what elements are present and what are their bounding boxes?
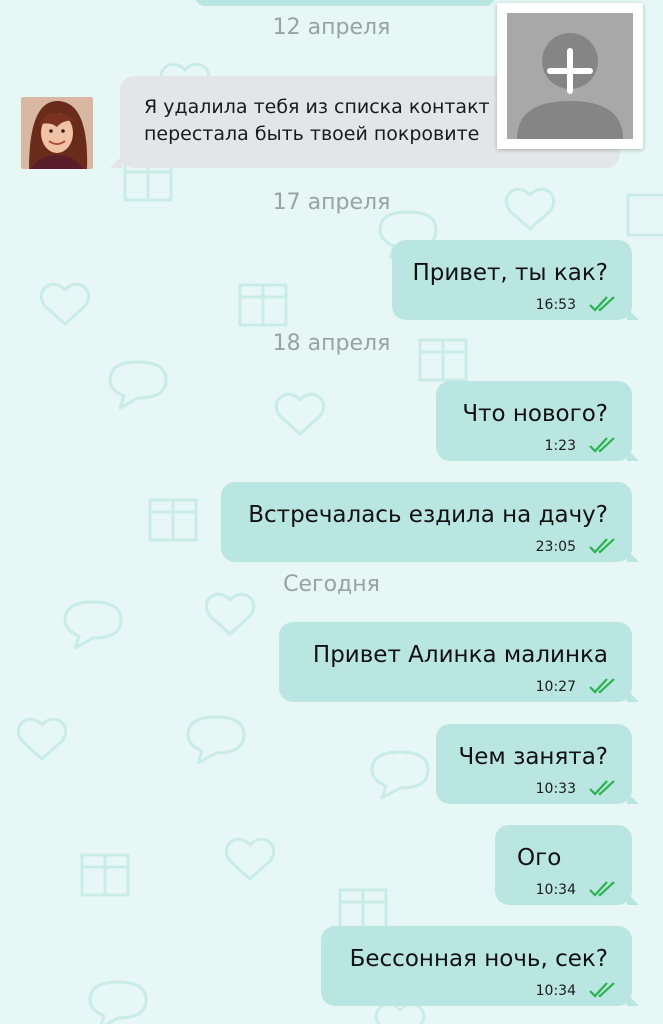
double-check-icon [589, 296, 615, 312]
double-check-icon [589, 678, 615, 694]
message-time: 16:53 [535, 297, 576, 313]
message-text: Бессонная ночь, сек? [349, 946, 608, 972]
incoming-message-line-1: Я удалила тебя из списка контакт [144, 96, 490, 118]
avatar-photo [21, 97, 93, 169]
message-time: 10:27 [535, 679, 576, 695]
outgoing-message-bubble[interactable]: Привет Алинка малинка 10:27 [279, 622, 632, 702]
message-text: Чем занята? [458, 744, 608, 770]
message-time: 10:33 [535, 781, 576, 797]
outgoing-message-bubble[interactable]: Бессонная ночь, сек? 10:34 [321, 926, 632, 1006]
outgoing-bubble-tail [627, 690, 639, 702]
outgoing-bubble-tail [627, 449, 639, 461]
outgoing-message-bubble[interactable]: Ого 10:34 [495, 825, 632, 905]
outgoing-bubble-tail [627, 792, 639, 804]
message-text: Привет, ты как? [412, 260, 608, 286]
date-separator: 18 апреля [272, 331, 391, 356]
message-text: Что нового? [462, 401, 608, 427]
outgoing-message-bubble[interactable]: Встречалась ездила на дачу? 23:05 [221, 482, 632, 562]
date-separator: 17 апреля [272, 190, 391, 215]
contact-avatar[interactable] [21, 97, 93, 169]
outgoing-bubble-tail [627, 550, 639, 562]
double-check-icon [589, 982, 615, 998]
double-check-icon [589, 881, 615, 897]
date-separator: Сегодня [283, 572, 380, 597]
double-check-icon [589, 780, 615, 796]
message-time: 10:34 [535, 983, 576, 999]
message-bubble-partial[interactable] [195, 0, 495, 6]
outgoing-message-bubble[interactable]: Что нового? 1:23 [436, 381, 632, 461]
message-text: Ого [517, 845, 562, 871]
outgoing-bubble-tail [627, 994, 639, 1006]
double-check-icon [589, 437, 615, 453]
outgoing-message-bubble[interactable]: Чем занята? 10:33 [436, 724, 632, 804]
add-contact-icon [517, 33, 623, 139]
message-text: Привет Алинка малинка [312, 642, 608, 668]
double-check-icon [589, 538, 615, 554]
incoming-message-line-2: перестала быть твоей покровите [144, 123, 480, 145]
chat-thread[interactable]: 12 апреля Я удалила тебя из списка конта… [0, 0, 663, 1024]
message-time: 10:34 [535, 882, 576, 898]
message-time: 23:05 [535, 539, 576, 555]
outgoing-bubble-tail [627, 893, 639, 905]
incoming-bubble-tail [110, 156, 122, 168]
add-contact-photo-button[interactable] [497, 3, 643, 149]
message-text: Встречалась ездила на дачу? [248, 502, 608, 528]
outgoing-message-bubble[interactable]: Привет, ты как? 16:53 [392, 240, 632, 320]
message-time: 1:23 [544, 438, 576, 454]
outgoing-bubble-tail [627, 308, 639, 320]
